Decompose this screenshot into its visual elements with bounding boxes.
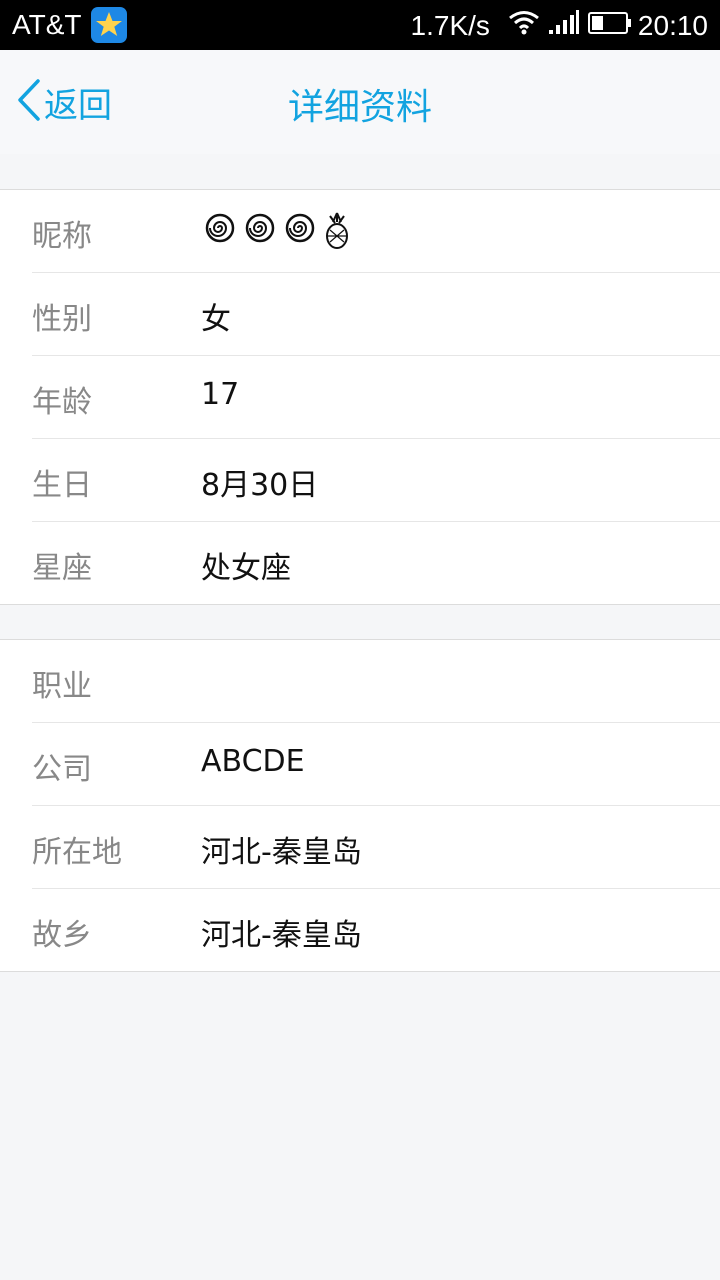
info-row-zodiac[interactable]: 星座 处女座 bbox=[32, 522, 720, 604]
info-row-occupation[interactable]: 职业 bbox=[32, 640, 720, 723]
spiral-icon bbox=[204, 212, 236, 254]
row-value: 河北-秦皇岛 bbox=[201, 835, 362, 870]
extra-info-group: 职业 公司 ABCDE 所在地 河北-秦皇岛 故乡 河北-秦皇岛 bbox=[0, 639, 720, 972]
row-label: 生日 bbox=[32, 468, 92, 503]
spiral-icon bbox=[244, 212, 276, 254]
row-label: 职业 bbox=[32, 669, 92, 704]
row-label: 故乡 bbox=[32, 918, 92, 953]
info-row-location[interactable]: 所在地 河北-秦皇岛 bbox=[32, 806, 720, 889]
info-row-gender[interactable]: 性别 女 bbox=[32, 273, 720, 356]
navigation-bar: 返回 详细资料 bbox=[0, 50, 720, 154]
info-row-company[interactable]: 公司 ABCDE bbox=[32, 723, 720, 806]
carrier-label: AT&T bbox=[12, 9, 82, 40]
info-row-hometown[interactable]: 故乡 河北-秦皇岛 bbox=[32, 889, 720, 971]
clock: 20:10 bbox=[637, 9, 708, 41]
info-row-nickname[interactable]: 昵称 bbox=[32, 190, 720, 273]
row-label: 所在地 bbox=[32, 835, 122, 870]
row-value: 处女座 bbox=[201, 551, 291, 586]
row-label: 公司 bbox=[32, 752, 92, 787]
row-value: 河北-秦皇岛 bbox=[201, 918, 362, 953]
pineapple-icon bbox=[324, 212, 350, 254]
row-value: 17 bbox=[201, 377, 240, 412]
row-label: 星座 bbox=[32, 551, 92, 586]
nickname-value bbox=[204, 212, 350, 254]
battery-icon bbox=[587, 10, 632, 42]
signal-icon bbox=[548, 9, 580, 42]
row-label: 性别 bbox=[32, 302, 92, 337]
spiral-icon bbox=[284, 212, 316, 254]
row-value: ABCDE bbox=[201, 744, 305, 779]
page-title: 详细资料 bbox=[287, 87, 432, 128]
star-app-icon bbox=[91, 7, 127, 43]
row-label: 年龄 bbox=[32, 385, 92, 420]
row-value: 8月30日 bbox=[201, 468, 319, 503]
network-speed: 1.7K/s bbox=[410, 9, 490, 41]
wifi-icon bbox=[508, 9, 540, 42]
info-row-birthday[interactable]: 生日 8月30日 bbox=[32, 439, 720, 522]
row-value: 女 bbox=[201, 302, 231, 337]
basic-info-group: 昵称 性别 女 年龄 17 生日 8月30日 星座 处女座 bbox=[0, 189, 720, 605]
info-row-age[interactable]: 年龄 17 bbox=[32, 356, 720, 439]
status-bar: AT&T 1.7K/s 20:10 bbox=[0, 0, 720, 50]
row-label: 昵称 bbox=[32, 219, 92, 254]
